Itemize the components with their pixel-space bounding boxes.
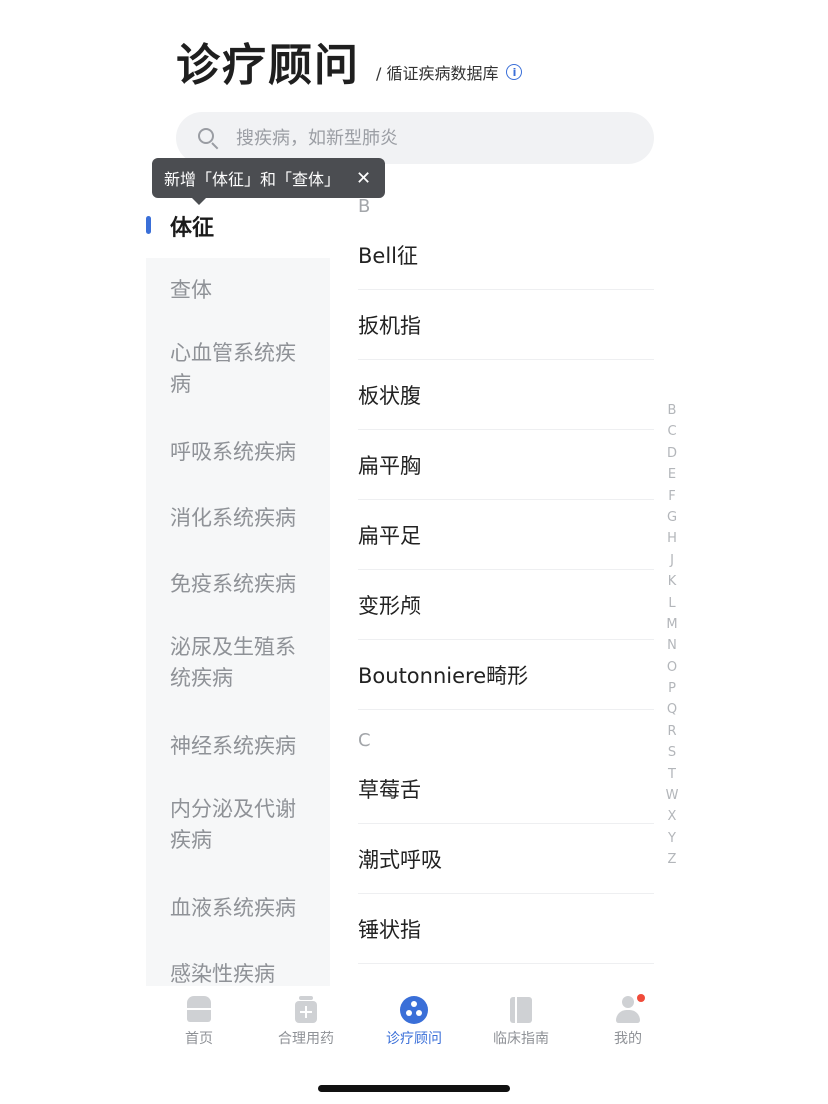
sidebar-item[interactable]: 感染性疾病 — [146, 942, 330, 988]
page-title: 诊疗顾问 — [176, 40, 360, 91]
category-sidebar[interactable]: 查体 心血管系统疾病 呼吸系统疾病 消化系统疾病 免疫系统疾病 泌尿及生殖系统疾病 神经系统… — [146, 258, 330, 988]
list-item[interactable]: 潮式呼吸 — [358, 824, 654, 894]
new-feature-tooltip: 新增「体征」和「查体」 ✕ — [152, 158, 386, 205]
tab-diagnosis[interactable]: 诊疗顾问 — [364, 996, 464, 1048]
page-subtitle: / 循证疾病数据库 i — [376, 60, 523, 84]
index-letter[interactable]: J — [662, 550, 682, 571]
index-letter[interactable]: T — [662, 764, 682, 785]
sidebar-item[interactable]: 泌尿及生殖系统疾病 — [146, 618, 330, 714]
group-letter: B — [358, 196, 371, 217]
tab-profile[interactable]: 我的 — [578, 994, 678, 1048]
tab-guide[interactable]: 临床指南 — [471, 996, 571, 1048]
tab-medicine[interactable]: 合理用药 — [256, 996, 356, 1048]
index-letter[interactable]: G — [662, 507, 682, 528]
list-item[interactable]: 扳机指 — [358, 290, 654, 360]
index-letter[interactable]: D — [662, 443, 682, 464]
sidebar-item[interactable]: 呼吸系统疾病 — [146, 420, 330, 486]
sidebar-item[interactable]: 免疫系统疾病 — [146, 552, 330, 618]
alphabet-index[interactable]: BCDEFGHJKLMNOPQRSTWXYZ — [662, 400, 682, 871]
index-letter[interactable]: X — [662, 806, 682, 827]
tab-home[interactable]: 首页 — [149, 996, 249, 1048]
index-letter[interactable]: B — [662, 400, 682, 421]
tab-label: 诊疗顾问 — [386, 1031, 442, 1047]
subtitle-text: / 循证疾病数据库 — [376, 64, 499, 83]
index-letter[interactable]: M — [662, 614, 682, 635]
sidebar-item[interactable]: 神经系统疾病 — [146, 714, 330, 780]
tab-label: 我的 — [614, 1031, 642, 1047]
index-letter[interactable]: R — [662, 721, 682, 742]
index-letter[interactable]: Y — [662, 828, 682, 849]
list-item[interactable]: 变形颅 — [358, 570, 654, 640]
list-item[interactable]: 草莓舌 — [358, 754, 654, 824]
sidebar-item[interactable]: 内分泌及代谢疾病 — [146, 780, 330, 876]
index-letter[interactable]: Q — [662, 699, 682, 720]
group-letter: C — [358, 730, 371, 751]
list-item[interactable]: 板状腹 — [358, 360, 654, 430]
search-icon — [198, 128, 219, 150]
list-item[interactable]: Bell征 — [358, 220, 654, 290]
tab-label: 合理用药 — [278, 1031, 334, 1047]
search-input[interactable] — [234, 126, 598, 150]
search-bar[interactable] — [176, 112, 654, 164]
list-item[interactable]: 扁平足 — [358, 500, 654, 570]
index-letter[interactable]: P — [662, 678, 682, 699]
sidebar-item[interactable]: 血液系统疾病 — [146, 876, 330, 942]
sidebar-item-label: 体征 — [170, 216, 215, 241]
index-letter[interactable]: K — [662, 571, 682, 592]
bottom-tab-bar: 首页 合理用药 诊疗顾问 临床指南 我的 — [146, 986, 682, 1058]
home-icon — [185, 996, 213, 1024]
sidebar-item[interactable]: 心血管系统疾病 — [146, 324, 330, 420]
index-letter[interactable]: Z — [662, 849, 682, 870]
index-letter[interactable]: H — [662, 528, 682, 549]
diagnosis-icon — [400, 996, 428, 1024]
index-letter[interactable]: W — [662, 785, 682, 806]
index-letter[interactable]: F — [662, 486, 682, 507]
sidebar-item[interactable]: 消化系统疾病 — [146, 486, 330, 552]
sidebar-item[interactable]: 查体 — [146, 258, 330, 324]
tab-label: 临床指南 — [493, 1031, 549, 1047]
active-indicator — [146, 216, 151, 234]
list-item[interactable]: 扁平胸 — [358, 430, 654, 500]
home-indicator — [318, 1085, 510, 1092]
index-letter[interactable]: O — [662, 657, 682, 678]
index-letter[interactable]: N — [662, 635, 682, 656]
notification-badge — [637, 994, 645, 1002]
page-header: 诊疗顾问 / 循证疾病数据库 i — [176, 40, 523, 92]
sidebar-item-active[interactable]: 体征 — [146, 196, 330, 256]
list-item[interactable]: Boutonniere畸形 — [358, 640, 654, 710]
index-letter[interactable]: S — [662, 742, 682, 763]
info-icon[interactable]: i — [506, 64, 523, 80]
medicine-icon — [292, 996, 320, 1024]
sign-list[interactable]: B Bell征 扳机指 板状腹 扁平胸 扁平足 变形颅 Boutonniere畸形 C 草莓舌 潮式… — [358, 194, 654, 988]
close-icon[interactable]: ✕ — [356, 168, 371, 189]
index-letter[interactable]: C — [662, 421, 682, 442]
tab-label: 首页 — [185, 1031, 213, 1047]
list-item[interactable]: 锤状指 — [358, 894, 654, 964]
tooltip-text: 新增「体征」和「查体」 — [164, 170, 341, 189]
guide-book-icon — [507, 996, 535, 1024]
profile-icon — [614, 994, 645, 1024]
index-letter[interactable]: L — [662, 593, 682, 614]
index-letter[interactable]: E — [662, 464, 682, 485]
